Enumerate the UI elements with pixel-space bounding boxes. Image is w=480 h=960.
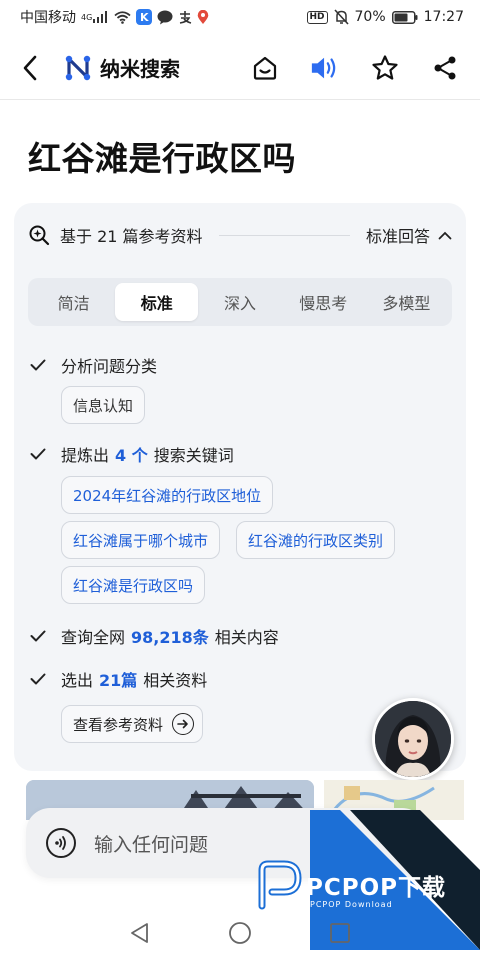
system-back-button[interactable] [90,913,190,953]
answer-process-card: 基于 21 篇参考资料 标准回答 简洁 标准 深入 慢思考 多模型 分析问题分类… [14,203,466,771]
step-keywords: 提炼出 4 个 搜索关键词 [30,442,234,466]
category-chip: 信息认知 [61,386,146,424]
carrier-name: 中国移动 [20,10,76,26]
step-select: 选出 21篇 相关资料 [30,667,207,691]
tab-concise[interactable]: 简洁 [32,283,115,321]
view-references-label: 查看参考资料 [73,715,164,734]
home-button[interactable] [250,53,280,83]
k-app-icon: K [136,9,153,25]
divider [218,234,350,236]
signal-icon: 4G [81,11,109,23]
square-recents-icon [330,923,350,943]
tab-slow-think[interactable]: 慢思考 [282,283,365,321]
keyword-chip[interactable]: 红谷滩的行政区类别 [236,521,396,559]
step-analyze: 分析问题分类 [30,353,157,377]
references-header[interactable]: 基于 21 篇参考资料 标准回答 [28,221,452,249]
assistant-portrait-icon [375,701,451,777]
page-title: 红谷滩是行政区吗 [28,139,296,178]
location-icon [197,9,209,25]
brand-name: 纳米搜索 [100,57,180,81]
tab-standard[interactable]: 标准 [115,283,199,321]
step-select-suffix: 相关资料 [143,671,208,690]
answer-mode-label: 标准回答 [365,227,430,246]
status-bar: 中国移动 4G K HD 70% 17:27 [0,0,480,34]
favorite-button[interactable] [370,53,400,83]
pcpop-logo-icon [258,860,302,910]
chevron-up-icon [438,231,452,240]
share-button[interactable] [430,53,460,83]
check-icon [30,445,48,463]
watermark-brand: PCPOP下载 [306,875,447,901]
check-icon [30,356,48,374]
battery-percent: 70% [354,9,386,25]
step-analyze-label: 分析问题分类 [61,357,158,376]
selected-count: 21篇 [99,671,138,690]
star-icon [372,54,398,80]
step-query-suffix: 相关内容 [214,628,279,647]
answer-mode-tabs: 简洁 标准 深入 慢思考 多模型 [28,278,452,326]
keyword-count: 4 个 [115,446,148,465]
nav-bar: 纳米搜索 [0,36,480,100]
brand: 纳米搜索 [64,53,180,82]
read-aloud-button[interactable] [310,53,340,83]
speaker-icon [311,57,336,78]
message-icon [157,10,173,25]
network-type: 4G [81,12,93,22]
ai-assistant-avatar[interactable] [372,698,454,780]
system-recents-button[interactable] [290,913,390,953]
step-query-prefix: 查询全网 [61,628,126,647]
references-count-text: 基于 21 篇参考资料 [60,227,203,246]
nami-logo-icon [65,55,91,80]
question-input-placeholder[interactable]: 输入任何问题 [94,830,208,857]
ai-search-icon [29,225,50,246]
keyword-chip[interactable]: 红谷滩属于哪个城市 [61,521,221,559]
check-icon [30,670,48,688]
check-icon [30,627,48,645]
step-query: 查询全网 98,218条 相关内容 [30,624,279,648]
step-keywords-suffix: 搜索关键词 [153,446,234,465]
voice-wave-icon [55,836,66,850]
circle-home-icon [229,922,251,944]
step-select-prefix: 选出 [61,671,94,690]
clock-time: 17:27 [423,9,464,25]
tab-deep[interactable]: 深入 [198,283,281,321]
battery-icon [391,10,418,24]
share-icon [434,56,456,79]
chevron-left-icon [23,55,37,80]
keyword-chip[interactable]: 红谷滩是行政区吗 [61,566,206,604]
system-home-button[interactable] [190,913,290,953]
tab-multi-model[interactable]: 多模型 [365,283,448,321]
mute-bell-icon [333,9,349,25]
back-button[interactable] [22,52,50,84]
step-keywords-prefix: 提炼出 [61,446,110,465]
voice-input-button[interactable] [46,828,76,858]
query-count: 98,218条 [131,628,209,647]
home-icon [253,56,277,80]
alipay-icon [178,10,192,24]
arrow-right-icon [172,713,195,735]
triangle-back-icon [131,923,148,943]
keyword-chip[interactable]: 2024年红谷滩的行政区地位 [61,476,274,514]
system-navigation-bar [0,906,480,960]
hd-badge: HD [306,10,328,24]
wifi-icon [114,10,131,24]
view-references-button[interactable]: 查看参考资料 [61,705,204,743]
